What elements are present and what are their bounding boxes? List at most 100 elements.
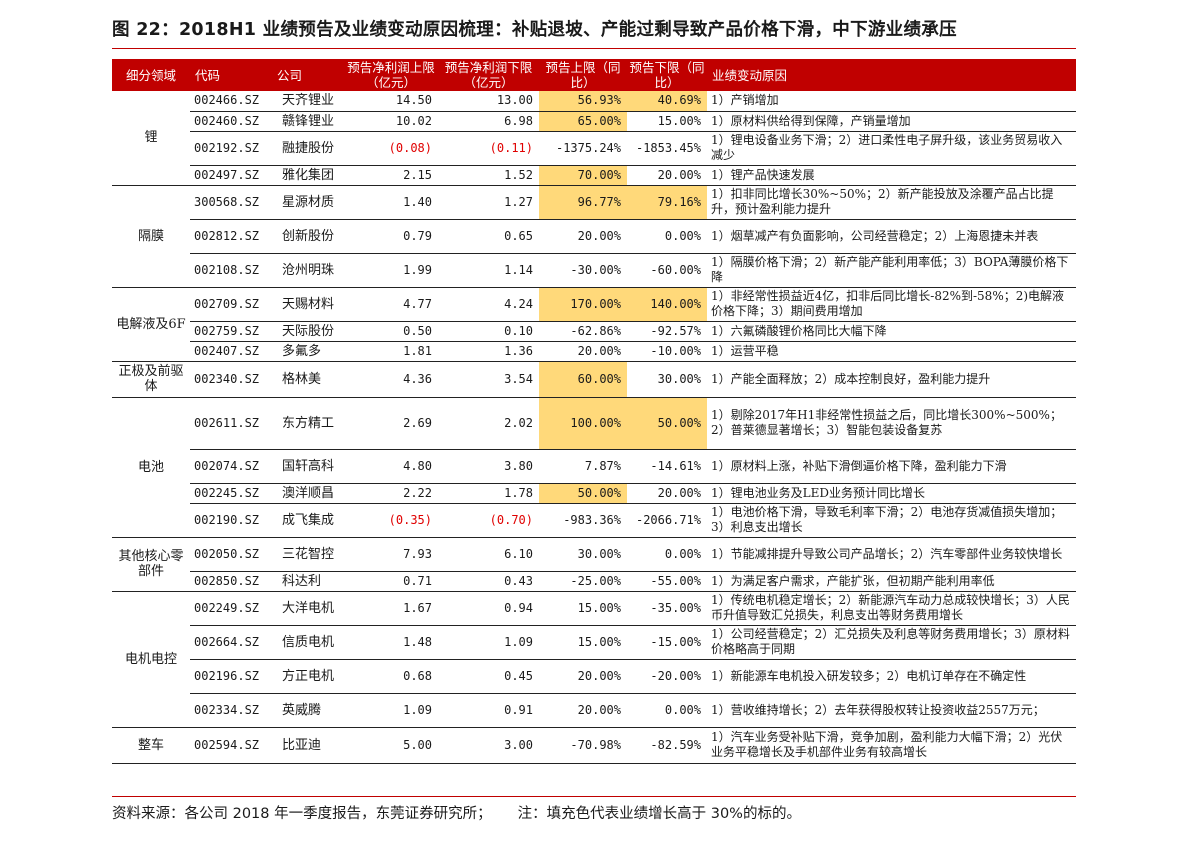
yoy-upper-cell: 20.00%	[539, 659, 627, 694]
table-row: 002190.SZ 成飞集成 (0.35) (0.70) -983.36% -2066.7…	[112, 503, 1076, 538]
yoy-upper-cell: 70.00%	[539, 165, 627, 186]
yoy-lower-cell: 140.00%	[627, 287, 707, 322]
reason-cell: 1）节能减排提升导致公司产品增长；2）汽车零部件业务较快增长	[707, 537, 1076, 572]
code-cell: 002249.SZ	[190, 591, 272, 626]
code-cell: 002050.SZ	[190, 537, 272, 572]
code-cell: 002192.SZ	[190, 131, 272, 166]
table-row: 002074.SZ 国轩高科 4.80 3.80 7.87% -14.61% 1）原材料上涨…	[112, 449, 1076, 484]
yoy-lower-cell: 0.00%	[627, 219, 707, 254]
yoy-upper-cell: 7.87%	[539, 449, 627, 484]
code-cell: 002759.SZ	[190, 321, 272, 342]
code-cell: 002611.SZ	[190, 397, 272, 450]
company-cell: 雅化集团	[272, 165, 344, 186]
profit-upper-cell: 1.81	[344, 341, 438, 362]
table-row: 002850.SZ 科达利 0.71 0.43 -25.00% -55.00% 1）为满足客…	[112, 571, 1076, 592]
reason-cell: 1）营收维持增长；2）去年获得股权转让投资收益2557万元；	[707, 693, 1076, 728]
company-cell: 星源材质	[272, 185, 344, 220]
yoy-lower-cell: 20.00%	[627, 483, 707, 504]
company-cell: 澳洋顺昌	[272, 483, 344, 504]
table-row: 002192.SZ 融捷股份 (0.08) (0.11) -1375.24% -1853.…	[112, 131, 1076, 166]
company-cell: 国轩高科	[272, 449, 344, 484]
table-row: 002245.SZ 澳洋顺昌 2.22 1.78 50.00% 20.00% 1）锂电池业务…	[112, 483, 1076, 504]
reason-cell: 1）为满足客户需求，产能扩张，但初期产能利用率低	[707, 571, 1076, 592]
table-row: 002334.SZ 英威腾 1.09 0.91 20.00% 0.00% 1）营收维持增长；…	[112, 693, 1076, 728]
yoy-upper-cell: 100.00%	[539, 397, 627, 450]
company-cell: 大洋电机	[272, 591, 344, 626]
yoy-lower-cell: 79.16%	[627, 185, 707, 220]
company-cell: 东方精工	[272, 397, 344, 450]
yoy-upper-cell: -62.86%	[539, 321, 627, 342]
forecast-table-container: 细分领域 代码 公司 预告净利润上限（亿元） 预告净利润下限（亿元） 预告上限（…	[112, 59, 1076, 764]
reason-cell: 1）公司经营稳定；2）汇兑损失及利息等财务费用增长；3）原材料价格略高于同期	[707, 625, 1076, 660]
code-cell: 002466.SZ	[190, 91, 272, 112]
profit-lower-cell: 1.78	[438, 483, 539, 504]
profit-lower-cell: 0.45	[438, 659, 539, 694]
yoy-upper-cell: 20.00%	[539, 693, 627, 728]
table-row: 电解液及6F 002709.SZ 天赐材料 4.77 4.24 170.00% 140.00…	[112, 287, 1076, 362]
code-cell: 002074.SZ	[190, 449, 272, 484]
page-title: 图 22：2018H1 业绩预告及业绩变动原因梳理：补贴退坡、产能过剩导致产品价…	[112, 20, 957, 40]
reason-cell: 1）隔膜价格下滑；2）新产能产能利用率低；3）BOPA薄膜价格下降	[707, 253, 1076, 288]
yoy-upper-cell: 50.00%	[539, 483, 627, 504]
segment-cell: 电解液及6F	[112, 287, 190, 362]
yoy-upper-cell: 170.00%	[539, 287, 627, 322]
profit-lower-cell: 13.00	[438, 91, 539, 112]
profit-lower-cell: 3.54	[438, 361, 539, 398]
code-cell: 002340.SZ	[190, 361, 272, 398]
reason-cell: 1）锂电设备业务下滑；2）进口柔性电子屏升级，该业务贸易收入减少	[707, 131, 1076, 166]
company-cell: 方正电机	[272, 659, 344, 694]
table-row: 002812.SZ 创新股份 0.79 0.65 20.00% 0.00% 1）烟草减产有负…	[112, 219, 1076, 254]
header-profit-upper: 预告净利润上限（亿元）	[344, 59, 438, 91]
reason-cell: 1）六氟磷酸锂价格同比大幅下降	[707, 321, 1076, 342]
profit-lower-cell: 3.00	[438, 727, 539, 764]
yoy-lower-cell: 20.00%	[627, 165, 707, 186]
table-row: 002108.SZ 沧州明珠 1.99 1.14 -30.00% -60.00% 1）隔膜价…	[112, 253, 1076, 288]
table-row: 整车 002594.SZ 比亚迪 5.00 3.00 -70.98% -82.59% 1）汽车…	[112, 727, 1076, 764]
reason-cell: 1）运营平稳	[707, 341, 1076, 362]
company-cell: 赣锋锂业	[272, 111, 344, 132]
profit-upper-cell: 4.36	[344, 361, 438, 398]
profit-lower-cell: 1.27	[438, 185, 539, 220]
code-cell: 002594.SZ	[190, 727, 272, 764]
company-cell: 多氟多	[272, 341, 344, 362]
code-cell: 002664.SZ	[190, 625, 272, 660]
yoy-lower-cell: -35.00%	[627, 591, 707, 626]
table-row: 电池 002611.SZ 东方精工 2.69 2.02 100.00% 50.00% 1）剔除…	[112, 397, 1076, 538]
profit-upper-cell: 4.77	[344, 287, 438, 322]
profit-upper-cell: 14.50	[344, 91, 438, 112]
reason-cell: 1）原材料供给得到保障，产销量增加	[707, 111, 1076, 132]
profit-upper-cell: 0.79	[344, 219, 438, 254]
profit-upper-cell: 0.50	[344, 321, 438, 342]
code-cell: 002245.SZ	[190, 483, 272, 504]
profit-upper-cell: 1.67	[344, 591, 438, 626]
yoy-upper-cell: 56.93%	[539, 91, 627, 112]
company-cell: 科达利	[272, 571, 344, 592]
company-cell: 信质电机	[272, 625, 344, 660]
profit-lower-cell: 1.52	[438, 165, 539, 186]
segment-cell: 电机电控	[112, 591, 190, 728]
company-cell: 创新股份	[272, 219, 344, 254]
yoy-upper-cell: -25.00%	[539, 571, 627, 592]
segment-cell: 整车	[112, 727, 190, 764]
code-cell: 002190.SZ	[190, 503, 272, 538]
profit-upper-cell: 4.80	[344, 449, 438, 484]
yoy-lower-cell: 0.00%	[627, 693, 707, 728]
profit-upper-cell: 0.68	[344, 659, 438, 694]
company-cell: 格林美	[272, 361, 344, 398]
segment-cell: 其他核心零部件	[112, 537, 190, 592]
profit-lower-cell: 6.10	[438, 537, 539, 572]
yoy-upper-cell: 96.77%	[539, 185, 627, 220]
profit-upper-cell: 1.40	[344, 185, 438, 220]
yoy-upper-cell: 15.00%	[539, 591, 627, 626]
company-cell: 天际股份	[272, 321, 344, 342]
profit-upper-cell: 1.48	[344, 625, 438, 660]
table-row: 002497.SZ 雅化集团 2.15 1.52 70.00% 20.00% 1）锂产品快速…	[112, 165, 1076, 186]
reason-cell: 1）电池价格下滑，导致毛利率下滑；2）电池存货减值损失增加；3）利息支出增长	[707, 503, 1076, 538]
profit-upper-cell: 2.22	[344, 483, 438, 504]
profit-lower-cell: (0.11)	[438, 131, 539, 166]
profit-lower-cell: 0.94	[438, 591, 539, 626]
title-divider	[112, 48, 1076, 49]
segment-cell: 电池	[112, 397, 190, 538]
company-cell: 英威腾	[272, 693, 344, 728]
yoy-upper-cell: -983.36%	[539, 503, 627, 538]
